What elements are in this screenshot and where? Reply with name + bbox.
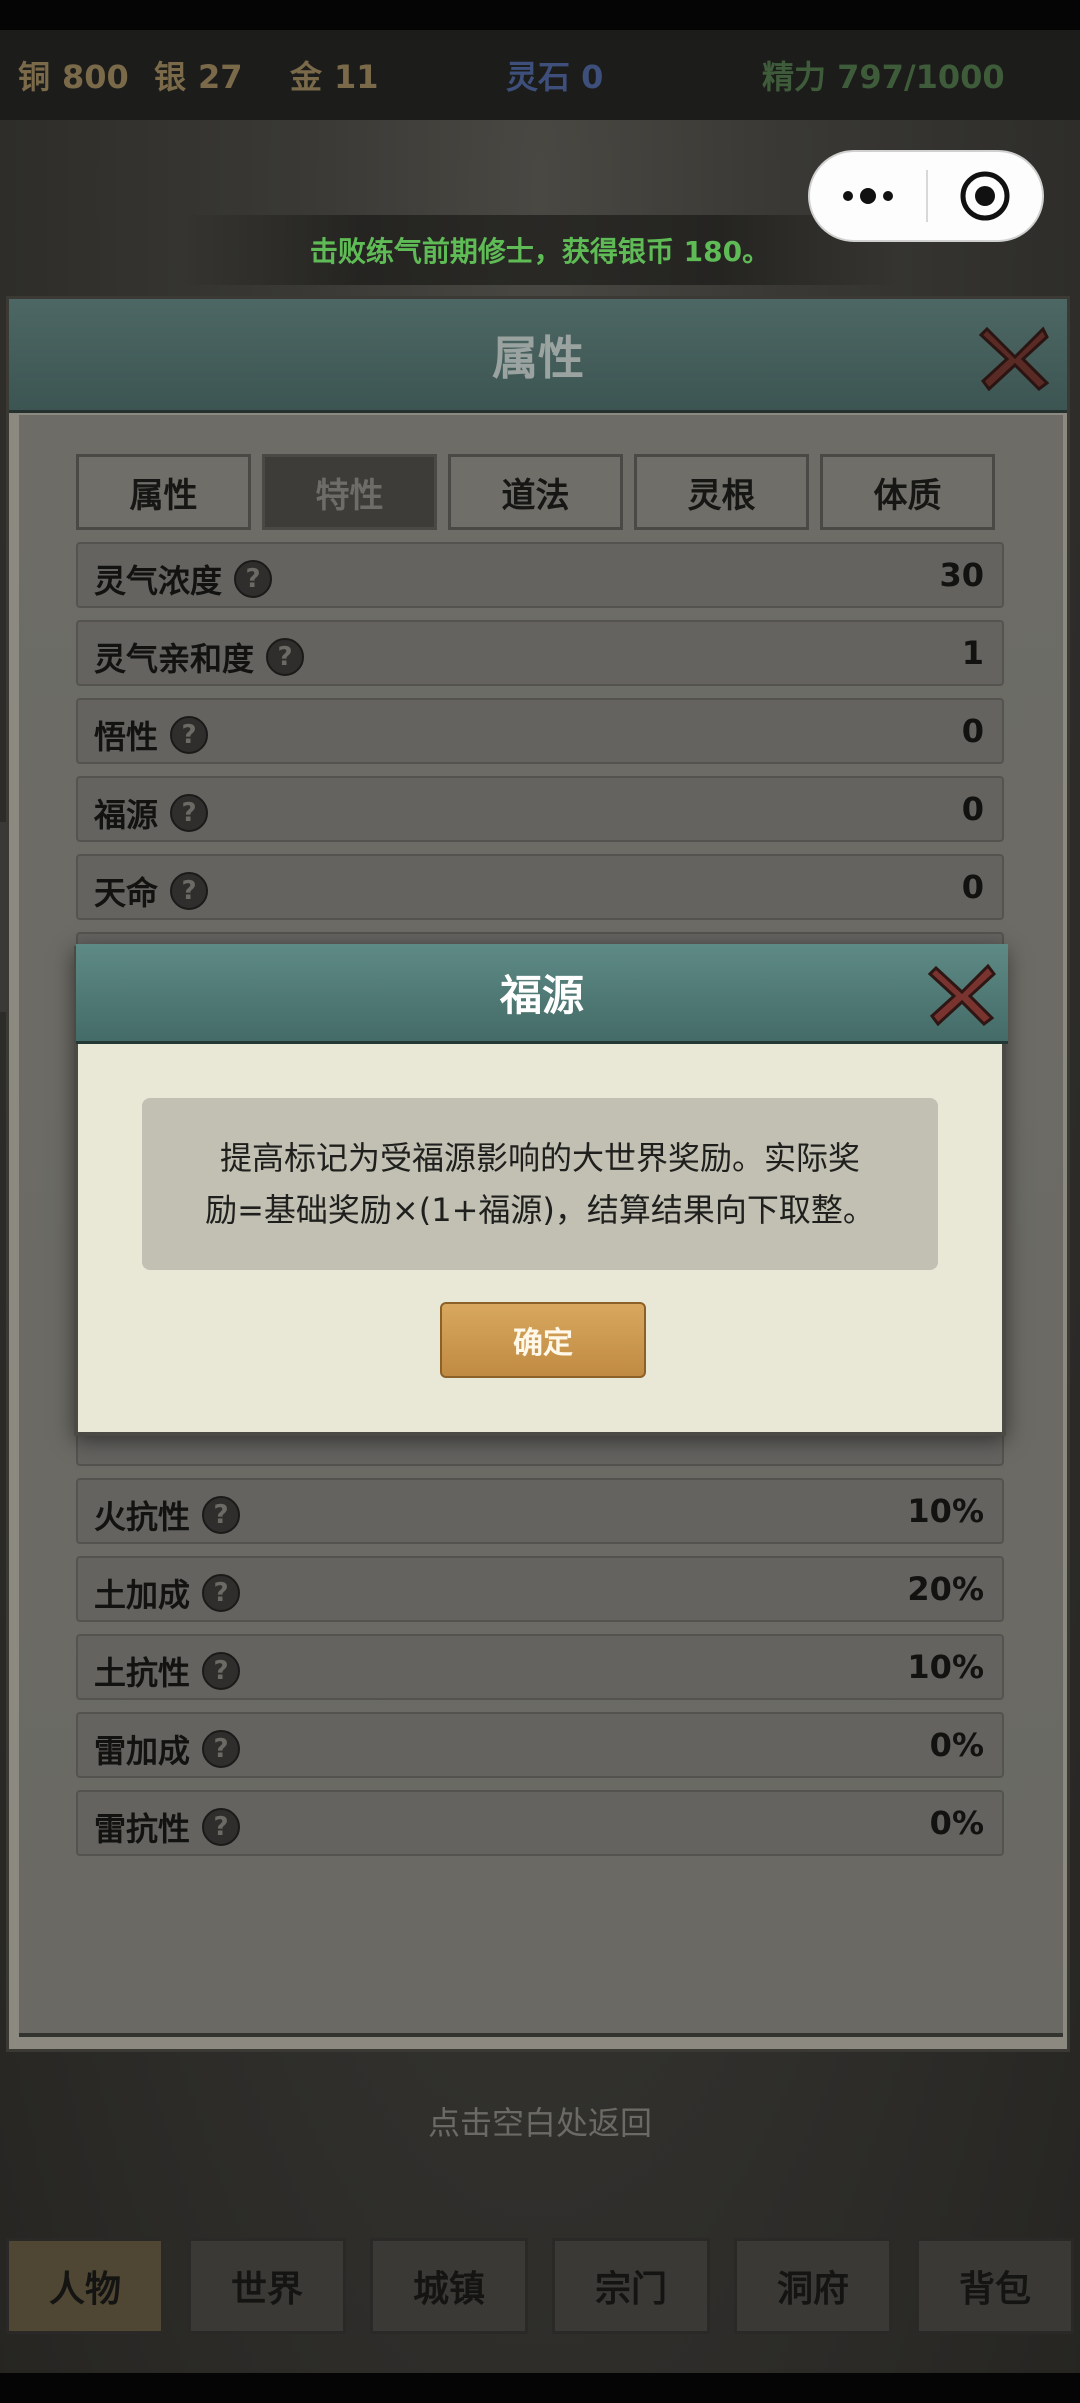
close-icon[interactable] [926, 958, 998, 1028]
fuyuan-dialog: 福源 提高标记为受福源影响的大世界奖励。实际奖 励=基础奖励×(1+福源)，结算… [74, 944, 1008, 1436]
dialog-header: 福源 [76, 944, 1008, 1044]
dialog-description: 提高标记为受福源影响的大世界奖励。实际奖 励=基础奖励×(1+福源)，结算结果向… [205, 1132, 875, 1236]
description-line: 励=基础奖励×(1+福源)，结算结果向下取整。 [205, 1191, 875, 1229]
dialog-description-box: 提高标记为受福源影响的大世界奖励。实际奖 励=基础奖励×(1+福源)，结算结果向… [142, 1098, 938, 1270]
confirm-button[interactable]: 确定 [440, 1302, 646, 1378]
dialog-title: 福源 [499, 971, 584, 1020]
description-line: 提高标记为受福源影响的大世界奖励。实际奖 [219, 1139, 860, 1177]
